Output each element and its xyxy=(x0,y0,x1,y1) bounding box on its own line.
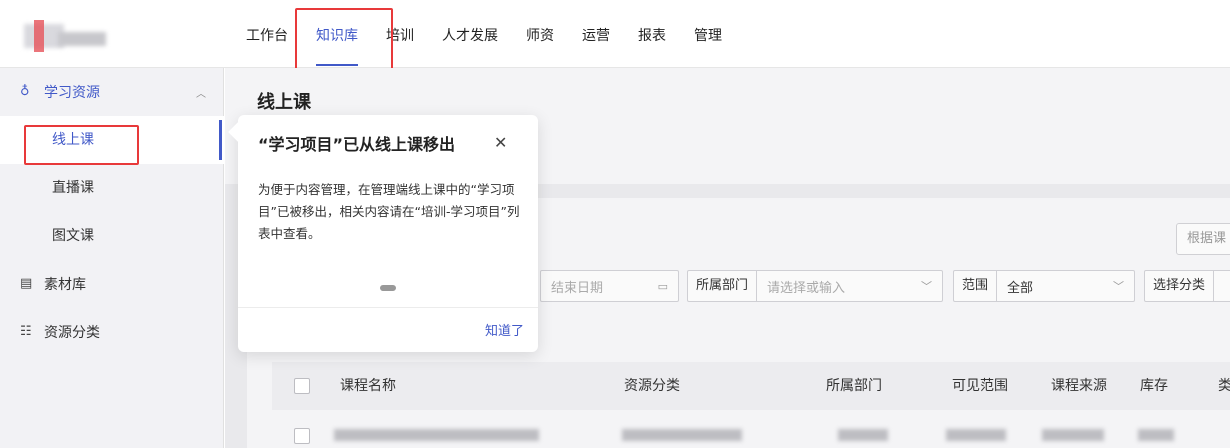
page-title: 线上课 xyxy=(257,92,311,113)
category-select[interactable]: 选择分类 xyxy=(1144,270,1230,302)
department-select[interactable]: 所属部门 请选择或输入 ﹀ xyxy=(687,270,943,302)
sidebar-item-article-course[interactable]: 图文课 xyxy=(0,212,224,260)
nav-item-talent[interactable]: 人才发展 xyxy=(442,0,498,68)
column-header: 课程名称 xyxy=(340,378,396,394)
sidebar-item-live-course[interactable]: 直播课 xyxy=(0,164,224,212)
scope-select[interactable]: 范围 全部 ﹀ xyxy=(953,270,1135,302)
redacted-text xyxy=(334,429,539,441)
column-header: 库存 xyxy=(1140,378,1168,394)
notice-popover: “学习项目”已从线上课移出 ✕ 为便于内容管理，在管理端线上课中的“学习项目”已… xyxy=(238,115,538,352)
scope-value: 全部 xyxy=(1007,280,1034,296)
top-navbar: 工作台 知识库 培训 人才发展 师资 运营 报表 管理 xyxy=(0,0,1230,68)
column-header: 课程来源 xyxy=(1051,378,1107,394)
column-header: 类 xyxy=(1218,378,1230,394)
close-icon[interactable]: ✕ xyxy=(494,133,507,152)
redacted-text xyxy=(838,429,888,441)
redacted-text xyxy=(1138,429,1174,441)
popover-body: 为便于内容管理，在管理端线上课中的“学习项目”已被移出，相关内容请在“培训-学习… xyxy=(258,182,520,241)
table-header: 课程名称 资源分类 所属部门 可见范围 课程来源 库存 类 xyxy=(272,362,1230,410)
bag-icon: ♁ xyxy=(20,84,30,99)
sidebar-group-materials[interactable]: ▤ 素材库 xyxy=(0,260,224,308)
table-row[interactable] xyxy=(272,410,1230,448)
select-all-checkbox[interactable] xyxy=(294,378,310,394)
end-date-field[interactable]: 结束日期 ▭ xyxy=(540,270,679,302)
category-label: 选择分类 xyxy=(1145,271,1215,301)
archive-icon: ▤ xyxy=(20,276,33,291)
chevron-down-icon: ﹀ xyxy=(921,280,932,293)
sidebar-item-online-course[interactable]: 线上课 xyxy=(0,116,224,164)
column-header: 资源分类 xyxy=(624,378,680,394)
sidebar-group-categories[interactable]: ☷ 资源分类 xyxy=(0,308,224,356)
sidebar-group-label: 学习资源 xyxy=(44,85,100,101)
logo xyxy=(24,20,106,52)
department-placeholder: 请选择或输入 xyxy=(767,280,846,296)
nav-item-operations[interactable]: 运营 xyxy=(582,0,610,68)
got-it-button[interactable]: 知道了 xyxy=(485,320,524,339)
popover-title: “学习项目”已从线上课移出 xyxy=(258,135,456,154)
redacted-text xyxy=(1042,429,1104,441)
divider xyxy=(238,307,538,308)
nav-item-knowledge[interactable]: 知识库 xyxy=(316,0,358,68)
category-icon: ☷ xyxy=(20,324,32,339)
column-header: 可见范围 xyxy=(952,378,1008,394)
sidebar-group-learning[interactable]: ♁ 学习资源 ︿ xyxy=(0,68,224,116)
filter-by-button[interactable]: 根据课 xyxy=(1176,223,1230,255)
end-date-placeholder: 结束日期 xyxy=(551,280,604,296)
nav-item-teachers[interactable]: 师资 xyxy=(526,0,554,68)
column-header: 所属部门 xyxy=(826,378,882,394)
redacted-text xyxy=(946,429,1006,441)
nav-item-workbench[interactable]: 工作台 xyxy=(246,0,288,68)
chevron-down-icon: ﹀ xyxy=(1113,280,1124,293)
sidebar: ♁ 学习资源 ︿ 线上课 直播课 图文课 ▤ 素材库 ☷ 资源分类 xyxy=(0,68,224,448)
calendar-icon: ▭ xyxy=(657,279,668,293)
nav-item-admin[interactable]: 管理 xyxy=(694,0,722,68)
redacted-text xyxy=(622,429,742,441)
row-checkbox[interactable] xyxy=(294,428,310,444)
sidebar-group-label: 素材库 xyxy=(44,277,86,293)
nav-item-reports[interactable]: 报表 xyxy=(638,0,666,68)
department-label: 所属部门 xyxy=(688,271,758,301)
sidebar-group-label: 资源分类 xyxy=(44,325,100,341)
pagination-dot xyxy=(380,285,396,291)
chevron-up-icon: ︿ xyxy=(196,88,206,100)
nav-item-training[interactable]: 培训 xyxy=(386,0,414,68)
main-nav: 工作台 知识库 培训 人才发展 师资 运营 报表 管理 xyxy=(246,0,750,68)
scope-label: 范围 xyxy=(954,271,998,301)
